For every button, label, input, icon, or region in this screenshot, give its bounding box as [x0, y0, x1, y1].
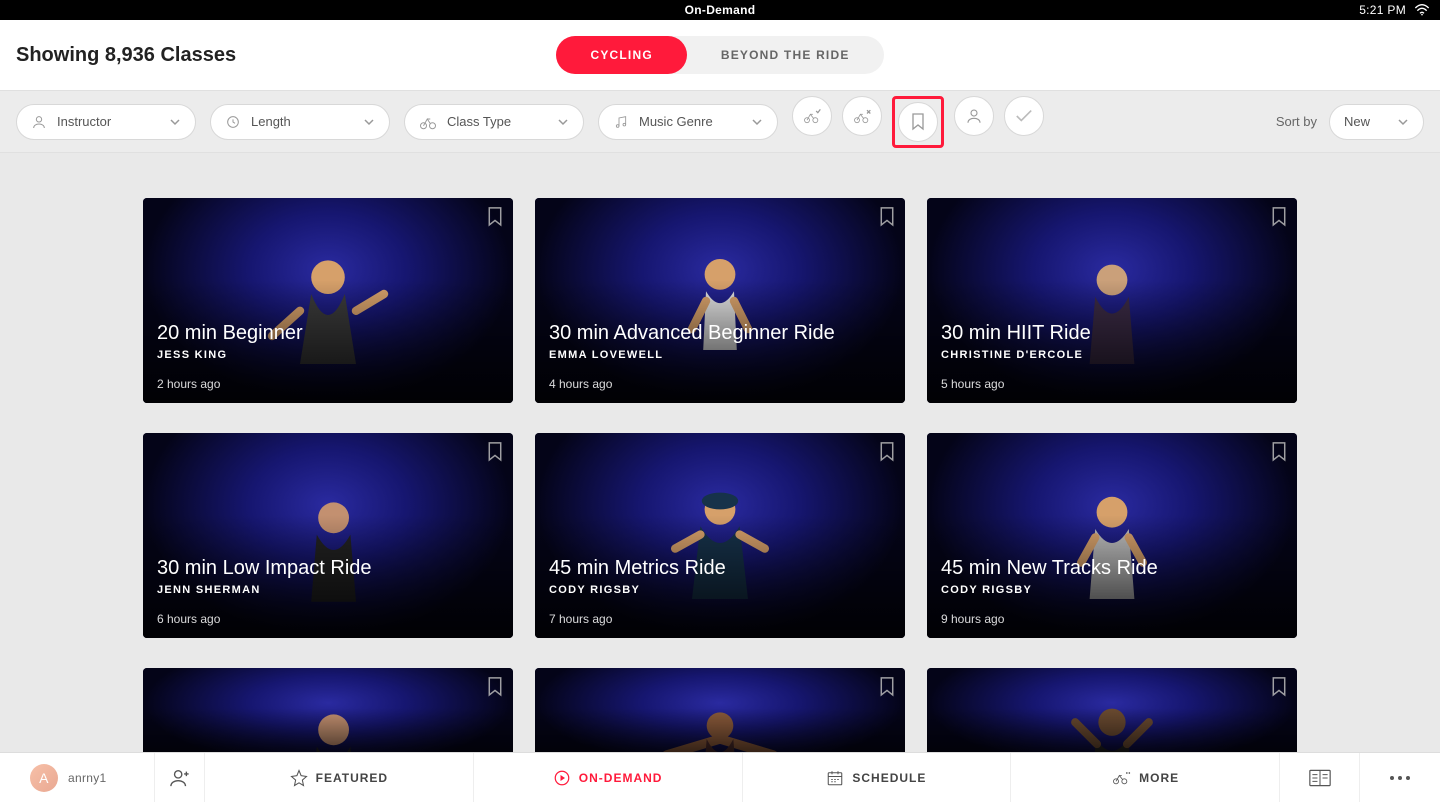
sort-value: New: [1344, 114, 1370, 129]
avatar: A: [30, 764, 58, 792]
add-friend-button[interactable]: [155, 753, 205, 802]
toggle-done[interactable]: [1004, 96, 1044, 136]
filter-class-type[interactable]: Class Type: [404, 104, 584, 140]
bookmark-icon[interactable]: [487, 441, 503, 463]
reader-icon: [1309, 769, 1331, 787]
class-card[interactable]: 30 min HIIT Ride CHRISTINE D'ERCOLE 5 ho…: [927, 198, 1297, 403]
nav-featured-label: FEATURED: [316, 771, 388, 785]
wifi-icon: [1414, 4, 1430, 16]
class-card[interactable]: 20 min Beginner JESS KING 2 hours ago: [143, 198, 513, 403]
nav-reader[interactable]: [1280, 753, 1360, 802]
nav-featured[interactable]: FEATURED: [205, 753, 474, 802]
bottom-nav: A anrny1 FEATURED ON-DEMAND SCHEDULE MOR…: [0, 752, 1440, 802]
username: anrny1: [68, 771, 107, 785]
showing-count: Showing 8,936 Classes: [16, 44, 236, 67]
toggle-group: [792, 96, 1044, 148]
calendar-icon: [826, 769, 844, 787]
tab-header: Showing 8,936 Classes CYCLING BEYOND THE…: [0, 20, 1440, 90]
class-title: 30 min Advanced Beginner Ride: [549, 322, 891, 345]
bookmark-icon[interactable]: [879, 676, 895, 698]
chevron-down-icon: [169, 116, 181, 128]
tab-cycling[interactable]: CYCLING: [556, 36, 686, 74]
filter-row: Instructor Length Class Type Music Genre: [0, 90, 1440, 153]
play-circle-icon: [553, 769, 571, 787]
class-instructor: CHRISTINE D'ERCOLE: [941, 349, 1283, 361]
nav-overflow[interactable]: [1360, 753, 1440, 802]
class-time: 5 hours ago: [941, 377, 1283, 391]
person-add-icon: [169, 768, 191, 788]
bookmark-icon[interactable]: [1271, 441, 1287, 463]
class-card[interactable]: 45 min Metrics Ride CODY RIGSBY 7 hours …: [535, 433, 905, 638]
sort-controls: Sort by New: [1276, 104, 1424, 140]
toggle-ride-not-taken[interactable]: [842, 96, 882, 136]
bookmark-icon[interactable]: [1271, 676, 1287, 698]
toggle-friends[interactable]: [954, 96, 994, 136]
class-time: 6 hours ago: [157, 612, 499, 626]
nav-ondemand[interactable]: ON-DEMAND: [474, 753, 743, 802]
filter-classtype-label: Class Type: [447, 114, 511, 129]
sort-dropdown[interactable]: New: [1329, 104, 1424, 140]
dots-horizontal-icon: [1389, 775, 1411, 781]
class-time: 9 hours ago: [941, 612, 1283, 626]
more-dots-icon: [1111, 769, 1131, 787]
class-card[interactable]: 30 min Low Impact Ride JENN SHERMAN 6 ho…: [143, 433, 513, 638]
class-title: 30 min Low Impact Ride: [157, 557, 499, 580]
clock-icon: [225, 114, 241, 130]
toggle-bookmarked[interactable]: [892, 96, 944, 148]
chevron-down-icon: [751, 116, 763, 128]
bike-icon: [419, 114, 437, 130]
filter-instructor-label: Instructor: [57, 114, 111, 129]
chevron-down-icon: [363, 116, 375, 128]
user-profile[interactable]: A anrny1: [0, 753, 155, 802]
category-pill-group: CYCLING BEYOND THE RIDE: [556, 36, 883, 74]
status-bar: On-Demand 5:21 PM: [0, 0, 1440, 20]
class-grid: 20 min Beginner JESS KING 2 hours ago 30…: [0, 153, 1440, 768]
class-card[interactable]: 30 min Advanced Beginner Ride EMMA LOVEW…: [535, 198, 905, 403]
class-instructor: CODY RIGSBY: [549, 584, 891, 596]
bookmark-icon: [911, 113, 925, 131]
bookmark-icon[interactable]: [879, 206, 895, 228]
bike-check-icon: [802, 107, 822, 125]
nav-ondemand-label: ON-DEMAND: [579, 771, 663, 785]
person-icon: [31, 114, 47, 130]
nav-schedule[interactable]: SCHEDULE: [743, 753, 1012, 802]
class-title: 45 min Metrics Ride: [549, 557, 891, 580]
class-time: 7 hours ago: [549, 612, 891, 626]
class-instructor: CODY RIGSBY: [941, 584, 1283, 596]
nav-schedule-label: SCHEDULE: [852, 771, 926, 785]
statusbar-time: 5:21 PM: [1359, 3, 1406, 17]
filter-length[interactable]: Length: [210, 104, 390, 140]
bike-x-icon: [852, 107, 872, 125]
bookmark-icon[interactable]: [879, 441, 895, 463]
tab-beyond-the-ride[interactable]: BEYOND THE RIDE: [687, 36, 884, 74]
class-instructor: JENN SHERMAN: [157, 584, 499, 596]
class-title: 45 min New Tracks Ride: [941, 557, 1283, 580]
class-time: 2 hours ago: [157, 377, 499, 391]
star-icon: [290, 769, 308, 787]
class-title: 30 min HIIT Ride: [941, 322, 1283, 345]
filter-instructor[interactable]: Instructor: [16, 104, 196, 140]
nav-more-label: MORE: [1139, 771, 1179, 785]
bookmark-icon[interactable]: [487, 676, 503, 698]
statusbar-title: On-Demand: [685, 3, 756, 17]
nav-more[interactable]: MORE: [1011, 753, 1280, 802]
check-icon: [1015, 109, 1033, 123]
bookmark-icon[interactable]: [1271, 206, 1287, 228]
chevron-down-icon: [557, 116, 569, 128]
class-title: 20 min Beginner: [157, 322, 499, 345]
filter-music-genre[interactable]: Music Genre: [598, 104, 778, 140]
chevron-down-icon: [1397, 116, 1409, 128]
music-icon: [613, 114, 629, 130]
toggle-ride-taken[interactable]: [792, 96, 832, 136]
person-icon: [965, 107, 983, 125]
class-time: 4 hours ago: [549, 377, 891, 391]
bookmark-icon[interactable]: [487, 206, 503, 228]
status-right: 5:21 PM: [1359, 3, 1430, 17]
class-instructor: JESS KING: [157, 349, 499, 361]
sort-label: Sort by: [1276, 114, 1317, 129]
filter-length-label: Length: [251, 114, 291, 129]
class-instructor: EMMA LOVEWELL: [549, 349, 891, 361]
class-card[interactable]: 45 min New Tracks Ride CODY RIGSBY 9 hou…: [927, 433, 1297, 638]
filter-music-label: Music Genre: [639, 114, 713, 129]
